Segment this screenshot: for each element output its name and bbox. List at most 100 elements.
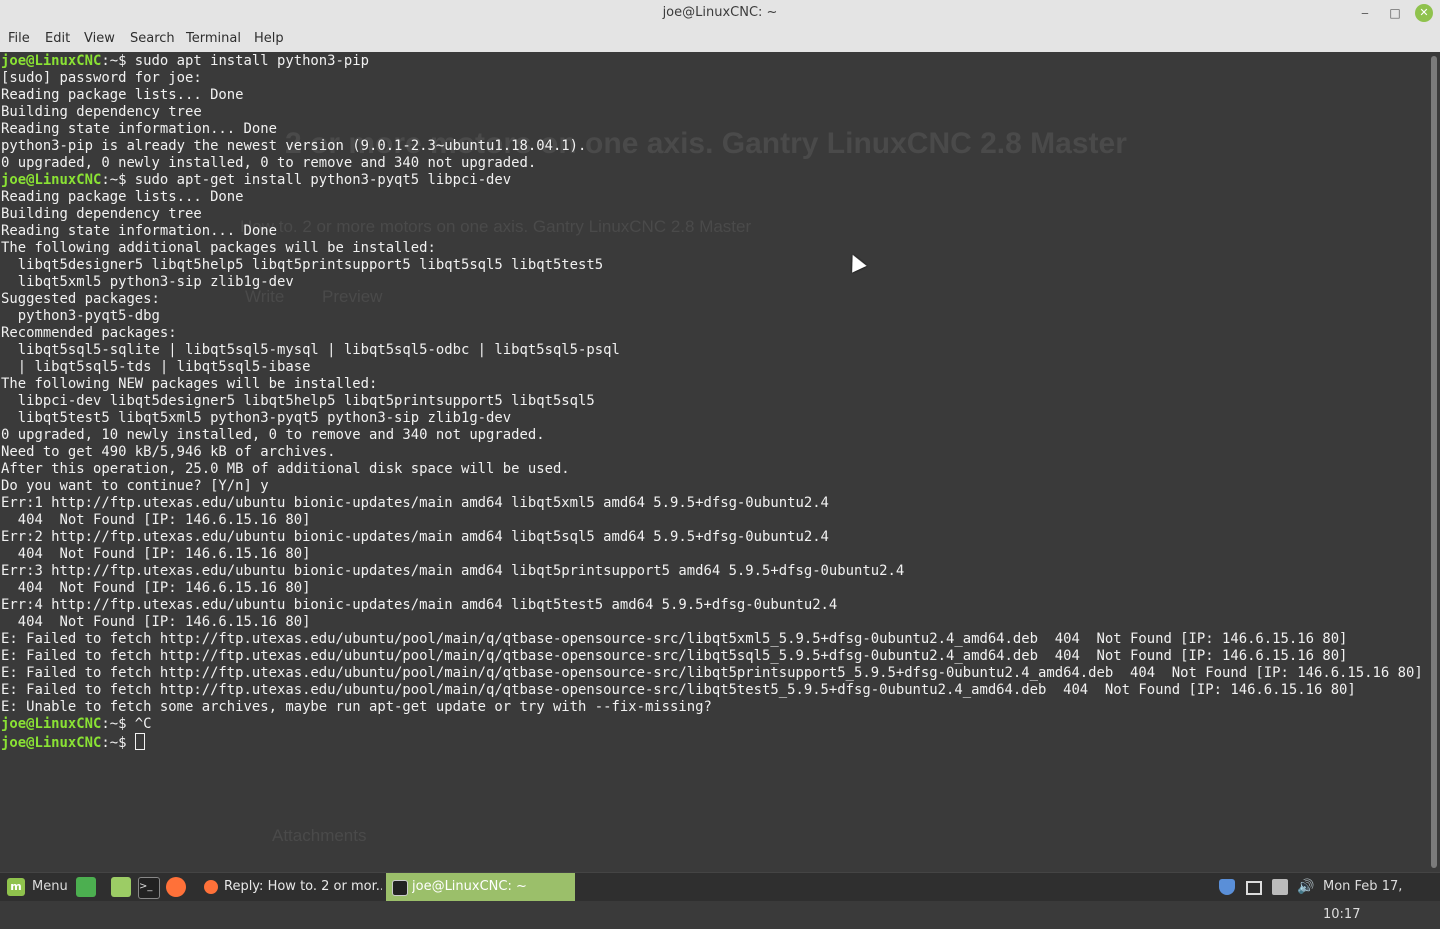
terminal-line-text: libqt5test5 libqt5xml5 python3-pyqt5 pyt… <box>1 410 512 426</box>
terminal-line-text: Reading package lists... Done <box>1 87 244 103</box>
terminal-line-text: E: Failed to fetch http://ftp.utexas.edu… <box>1 682 1356 698</box>
terminal-line-text: After this operation, 25.0 MB of additio… <box>1 461 570 477</box>
taskbar-window-firefox[interactable]: Reply: How to. 2 or mor... <box>198 873 384 901</box>
terminal-line-text: python3-pyqt5-dbg <box>1 308 160 324</box>
terminal-line: 404 Not Found [IP: 146.6.15.16 80] <box>1 580 1423 597</box>
terminal-line-text: E: Failed to fetch http://ftp.utexas.edu… <box>1 648 1348 664</box>
prompt-user-host: joe@LinuxCNC <box>1 172 102 188</box>
terminal-line: | libqt5sql5-tds | libqt5sql5-ibase <box>1 359 1423 376</box>
terminal-line: libqt5xml5 python3-sip zlib1g-dev <box>1 274 1423 291</box>
firefox-icon <box>204 880 218 894</box>
terminal-scrollbar[interactable] <box>1428 52 1440 872</box>
taskbar: m Menu >_ Reply: How to. 2 or mor... joe… <box>0 872 1440 922</box>
files-icon[interactable] <box>111 877 131 897</box>
terminal-line-text: libpci-dev libqt5designer5 libqt5help5 l… <box>1 393 595 409</box>
terminal-line-text: 404 Not Found [IP: 146.6.15.16 80] <box>1 512 311 528</box>
terminal-line: Do you want to continue? [Y/n] y <box>1 478 1423 495</box>
menu-view[interactable]: View <box>84 31 115 46</box>
terminal-line: E: Failed to fetch http://ftp.utexas.edu… <box>1 665 1423 682</box>
terminal-line: 404 Not Found [IP: 146.6.15.16 80] <box>1 614 1423 631</box>
clock[interactable]: Mon Feb 17, 10:17 <box>1323 873 1440 922</box>
terminal-line-text: 0 upgraded, 0 newly installed, 0 to remo… <box>1 155 537 171</box>
taskbar-window-label: joe@LinuxCNC: ~ <box>412 879 527 894</box>
terminal-line: Building dependency tree <box>1 206 1423 223</box>
terminal-line-text: :~$ sudo apt install python3-pip <box>101 53 369 69</box>
terminal-line-text: 404 Not Found [IP: 146.6.15.16 80] <box>1 580 311 596</box>
menu-search[interactable]: Search <box>130 31 175 46</box>
terminal-line: Err:4 http://ftp.utexas.edu/ubuntu bioni… <box>1 597 1423 614</box>
terminal-line-text: E: Unable to fetch some archives, maybe … <box>1 699 712 715</box>
taskbar-window-label: Reply: How to. 2 or mor... <box>224 879 382 894</box>
terminal-line-text: Err:3 http://ftp.utexas.edu/ubuntu bioni… <box>1 563 905 579</box>
maximize-button[interactable]: □ <box>1386 4 1404 22</box>
menu-file[interactable]: File <box>8 31 30 46</box>
terminal-line: Reading package lists... Done <box>1 87 1423 104</box>
terminal-line: Reading state information... Done <box>1 121 1423 138</box>
menu-help[interactable]: Help <box>254 31 284 46</box>
prompt-user-host: joe@LinuxCNC <box>1 716 102 732</box>
terminal-line: The following NEW packages will be insta… <box>1 376 1423 393</box>
terminal-line: Recommended packages: <box>1 325 1423 342</box>
terminal-line: Err:1 http://ftp.utexas.edu/ubuntu bioni… <box>1 495 1423 512</box>
terminal-line: The following additional packages will b… <box>1 240 1423 257</box>
terminal-area[interactable]: 2 or more motors on one axis. Gantry Lin… <box>0 52 1428 872</box>
window-titlebar[interactable]: joe@LinuxCNC: ~ ‒ □ ✕ <box>0 0 1440 27</box>
terminal-line-text: python3-pip is already the newest versio… <box>1 138 587 154</box>
menu-terminal[interactable]: Terminal <box>186 31 241 46</box>
terminal-icon[interactable]: >_ <box>138 877 160 899</box>
taskbar-window-terminal[interactable]: joe@LinuxCNC: ~ <box>386 873 575 901</box>
menubar: File Edit View Search Terminal Help <box>0 27 1440 52</box>
terminal-line-text: Reading state information... Done <box>1 121 277 137</box>
terminal-icon <box>392 880 408 896</box>
network-icon[interactable] <box>1272 879 1288 895</box>
terminal-line-text: The following NEW packages will be insta… <box>1 376 378 392</box>
terminal-line: python3-pip is already the newest versio… <box>1 138 1423 155</box>
terminal-line-text: 0 upgraded, 10 newly installed, 0 to rem… <box>1 427 545 443</box>
terminal-line-text: :~$ sudo apt-get install python3-pyqt5 l… <box>101 172 512 188</box>
firefox-icon[interactable] <box>166 877 186 897</box>
notifications-icon[interactable] <box>1246 881 1262 895</box>
terminal-line: libqt5designer5 libqt5help5 libqt5prints… <box>1 257 1423 274</box>
terminal-line-text: Err:2 http://ftp.utexas.edu/ubuntu bioni… <box>1 529 829 545</box>
terminal-line-text: Reading state information... Done <box>1 223 277 239</box>
terminal-line: E: Failed to fetch http://ftp.utexas.edu… <box>1 631 1423 648</box>
terminal-line: Building dependency tree <box>1 104 1423 121</box>
terminal-line-text: 404 Not Found [IP: 146.6.15.16 80] <box>1 614 311 630</box>
terminal-line-text: Err:1 http://ftp.utexas.edu/ubuntu bioni… <box>1 495 829 511</box>
mint-logo-icon: m <box>7 878 25 896</box>
terminal-line-text: E: Failed to fetch http://ftp.utexas.edu… <box>1 665 1423 681</box>
terminal-line: [sudo] password for joe: <box>1 70 1423 87</box>
terminal-line: 404 Not Found [IP: 146.6.15.16 80] <box>1 546 1423 563</box>
terminal-line: 404 Not Found [IP: 146.6.15.16 80] <box>1 512 1423 529</box>
terminal-line: joe@LinuxCNC:~$ <box>1 733 1423 751</box>
show-desktop-icon[interactable] <box>76 877 96 897</box>
prompt-user-host: joe@LinuxCNC <box>1 53 102 69</box>
shield-icon[interactable] <box>1219 879 1235 895</box>
terminal-line: joe@LinuxCNC:~$ sudo apt install python3… <box>1 53 1423 70</box>
terminal-line-text: :~$ ^C <box>101 716 152 732</box>
close-button[interactable]: ✕ <box>1415 4 1433 22</box>
terminal-line: E: Unable to fetch some archives, maybe … <box>1 699 1423 716</box>
terminal-line: Reading state information... Done <box>1 223 1423 240</box>
terminal-line-text: Building dependency tree <box>1 104 202 120</box>
terminal-line-text: Need to get 490 kB/5,946 kB of archives. <box>1 444 336 460</box>
terminal-output: joe@LinuxCNC:~$ sudo apt install python3… <box>1 53 1423 751</box>
start-menu-button[interactable]: m Menu <box>4 873 70 901</box>
start-menu-label: Menu <box>32 879 68 894</box>
prompt-user-host: joe@LinuxCNC <box>1 735 102 751</box>
terminal-line: libqt5test5 libqt5xml5 python3-pyqt5 pyt… <box>1 410 1423 427</box>
terminal-line: libpci-dev libqt5designer5 libqt5help5 l… <box>1 393 1423 410</box>
volume-icon[interactable]: 🔊 <box>1297 879 1314 895</box>
terminal-line-text: libqt5xml5 python3-sip zlib1g-dev <box>1 274 294 290</box>
terminal-line-text: [sudo] password for joe: <box>1 70 202 86</box>
scrollbar-thumb[interactable] <box>1431 56 1437 868</box>
menu-edit[interactable]: Edit <box>45 31 70 46</box>
terminal-line-text: | libqt5sql5-tds | libqt5sql5-ibase <box>1 359 311 375</box>
terminal-line: joe@LinuxCNC:~$ ^C <box>1 716 1423 733</box>
text-cursor <box>134 733 145 750</box>
terminal-line-text: Do you want to continue? [Y/n] y <box>1 478 269 494</box>
minimize-button[interactable]: ‒ <box>1356 4 1374 22</box>
terminal-line: 0 upgraded, 0 newly installed, 0 to remo… <box>1 155 1423 172</box>
terminal-line-text: Recommended packages: <box>1 325 177 341</box>
terminal-line: Err:3 http://ftp.utexas.edu/ubuntu bioni… <box>1 563 1423 580</box>
